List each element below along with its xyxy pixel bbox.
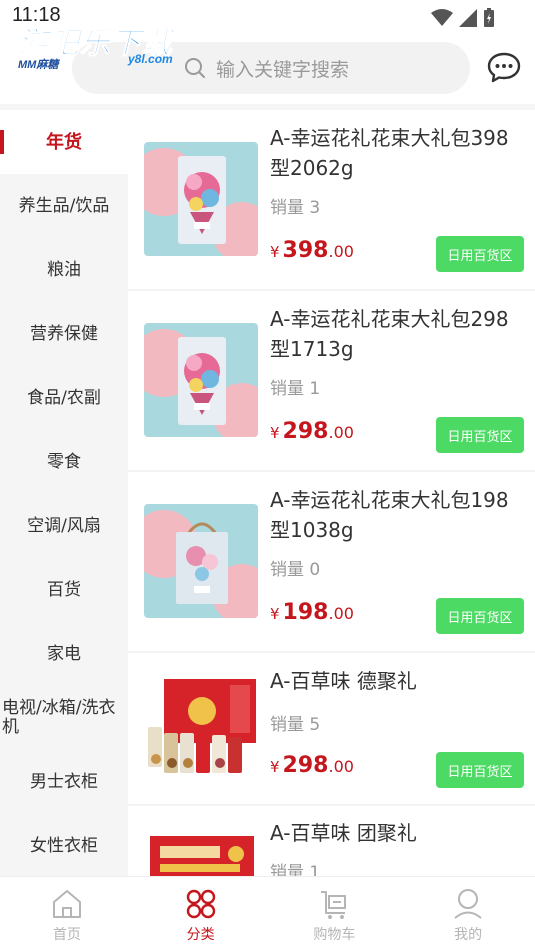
- active-indicator: [0, 130, 4, 154]
- product-image[interactable]: [144, 323, 258, 437]
- product-image[interactable]: [144, 142, 258, 256]
- category-item-snacks[interactable]: 零食: [0, 430, 128, 494]
- category-sidebar: 年货 养生品/饮品 粮油 营养保健 食品/农副 零食 空调/风扇 百货 家电 电…: [0, 110, 128, 876]
- category-label: 男士衣柜: [30, 771, 98, 792]
- product-sales: 销量 0: [270, 560, 321, 580]
- product-category-tag[interactable]: 日用百货区: [436, 752, 524, 788]
- product-card[interactable]: A-幸运花礼花束大礼包298型1713g 销量 1 ¥ 298 .00 日用百货…: [128, 291, 535, 472]
- product-price: ¥ 198 .00: [270, 600, 354, 625]
- product-name[interactable]: A-百草味 德聚礼: [270, 666, 528, 696]
- watermark-logo: 游吧乐下载 MM麻糖 y8l.com: [18, 18, 188, 76]
- category-label: 空调/风扇: [27, 515, 101, 536]
- product-name[interactable]: A-幸运花礼花束大礼包398型2062g: [270, 123, 528, 183]
- category-item-food-farm[interactable]: 食品/农副: [0, 366, 128, 430]
- search-placeholder: 输入关键字搜索: [216, 58, 350, 81]
- category-label: 家电: [47, 643, 81, 664]
- product-card[interactable]: A-百草味 德聚礼 销量 5 ¥ 298 .00 日用百货区: [128, 653, 535, 806]
- watermark-brand: MM麻糖: [18, 59, 59, 71]
- product-category-tag[interactable]: 日用百货区: [436, 236, 524, 272]
- category-label: 食品/农副: [27, 387, 101, 408]
- price-currency: ¥: [270, 605, 280, 623]
- price-currency: ¥: [270, 243, 280, 261]
- product-image[interactable]: [144, 832, 260, 876]
- price-decimal: .00: [328, 604, 354, 623]
- category-item-mens-wardrobe[interactable]: 男士衣柜: [0, 750, 128, 814]
- category-item-ac-fans[interactable]: 空调/风扇: [0, 494, 128, 558]
- category-item-nutrition[interactable]: 营养保健: [0, 302, 128, 366]
- category-item-tv-fridge-washer[interactable]: 电视/冰箱/洗衣机: [0, 686, 128, 750]
- category-label: 营养保健: [30, 323, 98, 344]
- bottom-tab-bar: 首页 分类 购物车 我的: [0, 876, 535, 951]
- price-integer: 398: [282, 238, 329, 263]
- category-item-grain-oil[interactable]: 粮油: [0, 238, 128, 302]
- price-decimal: .00: [328, 423, 354, 442]
- home-icon: [52, 890, 81, 918]
- product-price: ¥ 298 .00: [270, 753, 354, 778]
- product-sales: 销量 1: [270, 379, 321, 399]
- category-item-health-drinks[interactable]: 养生品/饮品: [0, 174, 128, 238]
- price-decimal: .00: [328, 757, 354, 776]
- category-label: 百货: [47, 579, 81, 600]
- product-name[interactable]: A-幸运花礼花束大礼包198型1038g: [270, 485, 528, 545]
- battery-icon: [484, 8, 494, 27]
- product-card[interactable]: A-幸运花礼花束大礼包398型2062g 销量 3 ¥ 398 .00 日用百货…: [128, 110, 535, 291]
- category-label: 电视/冰箱/洗衣机: [2, 698, 116, 737]
- product-name[interactable]: A-百草味 团聚礼: [270, 818, 528, 848]
- product-card[interactable]: A-百草味 团聚礼 销量 1: [128, 806, 535, 876]
- user-icon: [454, 889, 482, 919]
- category-label: 零食: [47, 451, 81, 472]
- price-currency: ¥: [270, 758, 280, 776]
- price-currency: ¥: [270, 424, 280, 442]
- wifi-icon: [431, 9, 453, 26]
- category-label: 粮油: [47, 259, 81, 280]
- tab-profile[interactable]: 我的: [401, 877, 535, 951]
- category-item-appliances[interactable]: 家电: [0, 622, 128, 686]
- tab-home[interactable]: 首页: [0, 877, 134, 951]
- category-item-nianhuo[interactable]: 年货: [0, 110, 128, 174]
- category-label: 年货: [46, 131, 82, 153]
- product-list: A-幸运花礼花束大礼包398型2062g 销量 3 ¥ 398 .00 日用百货…: [128, 110, 535, 876]
- product-sales: 销量 3: [270, 198, 321, 218]
- product-name[interactable]: A-幸运花礼花束大礼包298型1713g: [270, 304, 528, 364]
- cart-icon: [321, 891, 347, 919]
- product-image[interactable]: [144, 671, 260, 787]
- price-integer: 198: [282, 600, 329, 625]
- product-category-tag[interactable]: 日用百货区: [436, 417, 524, 453]
- tab-label: 购物车: [313, 927, 356, 943]
- tab-label: 分类: [186, 927, 215, 943]
- price-integer: 298: [282, 419, 329, 444]
- tab-category[interactable]: 分类: [134, 877, 268, 951]
- tab-label: 首页: [52, 927, 81, 943]
- price-integer: 298: [282, 753, 329, 778]
- category-item-general-goods[interactable]: 百货: [0, 558, 128, 622]
- tab-label: 我的: [454, 927, 483, 943]
- product-card[interactable]: A-幸运花礼花束大礼包198型1038g 销量 0 ¥ 198 .00 日用百货…: [128, 472, 535, 653]
- tab-cart[interactable]: 购物车: [268, 877, 402, 951]
- price-decimal: .00: [328, 242, 354, 261]
- category-icon: [186, 889, 215, 919]
- category-label: 养生品/饮品: [18, 195, 110, 216]
- product-price: ¥ 298 .00: [270, 419, 354, 444]
- category-label: 女性衣柜: [30, 835, 98, 856]
- status-icons: [431, 8, 495, 28]
- product-price: ¥ 398 .00: [270, 238, 354, 263]
- message-icon[interactable]: [487, 52, 521, 84]
- product-sales: 销量 1: [270, 863, 321, 876]
- product-image[interactable]: [144, 504, 258, 618]
- product-sales: 销量 5: [270, 715, 321, 735]
- watermark-domain: y8l.com: [128, 52, 173, 66]
- product-category-tag[interactable]: 日用百货区: [436, 598, 524, 634]
- signal-icon: [459, 9, 477, 27]
- category-item-womens-wardrobe[interactable]: 女性衣柜: [0, 814, 128, 876]
